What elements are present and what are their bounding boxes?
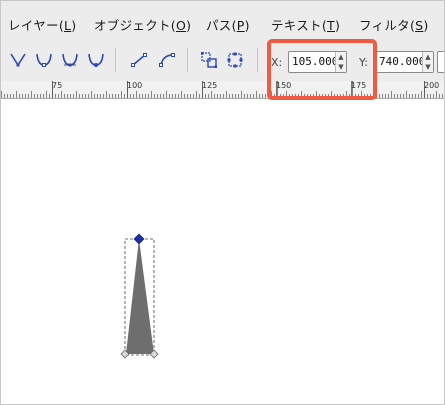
drawing-canvas[interactable] xyxy=(1,99,444,404)
y-coordinate-spinbox[interactable]: ▲ ▼ xyxy=(375,51,434,73)
node-smooth-icon[interactable] xyxy=(34,50,54,70)
ruler-label-200: 200 xyxy=(424,81,440,90)
menu-layer[interactable]: レイヤー(L) xyxy=(8,15,76,33)
menu-path[interactable]: パス(P) xyxy=(206,15,250,33)
highlight-box xyxy=(267,39,377,100)
node-tool-controls-bar: X: ▲ ▼ Y: ▲ ▼ xyxy=(1,40,444,82)
selected-node-top xyxy=(133,233,145,245)
menubar: レイヤー(L) オブジェクト(O) パス(P) テキスト(T) フィルタ(S) xyxy=(1,1,444,40)
ruler-ticks xyxy=(1,81,443,98)
y-spin-buttons[interactable]: ▲ ▼ xyxy=(422,52,433,72)
node-auto-smooth-icon[interactable] xyxy=(86,50,106,70)
ruler-label-75: 75 xyxy=(52,81,63,90)
ruler-label-100: 100 xyxy=(127,81,143,90)
node-symmetric-icon[interactable] xyxy=(60,50,80,70)
spin-down-icon[interactable]: ▼ xyxy=(423,62,433,72)
node-cusp-icon[interactable] xyxy=(8,50,28,70)
segment-to-curve-icon[interactable] xyxy=(157,50,177,70)
triangle-shape xyxy=(126,239,154,354)
spin-up-icon[interactable]: ▲ xyxy=(423,52,433,62)
toolbar-separator xyxy=(187,48,188,72)
stroke-to-path-icon[interactable] xyxy=(225,50,245,70)
segment-to-line-icon[interactable] xyxy=(129,50,149,70)
horizontal-ruler[interactable]: 75 100 125 150 175 200 xyxy=(1,81,444,99)
next-field-edge xyxy=(437,51,444,73)
toolbar-separator xyxy=(115,48,116,72)
object-to-path-icon[interactable] xyxy=(199,50,219,70)
ruler-label-125: 125 xyxy=(202,81,218,90)
menu-object[interactable]: オブジェクト(O) xyxy=(94,15,191,33)
y-coordinate-input[interactable] xyxy=(376,52,423,72)
menu-filters[interactable]: フィルタ(S) xyxy=(359,15,429,33)
inkscape-window: レイヤー(L) オブジェクト(O) パス(P) テキスト(T) フィルタ(S) xyxy=(0,0,445,405)
menu-text[interactable]: テキスト(T) xyxy=(271,15,340,33)
toolbar-separator xyxy=(257,48,258,72)
canvas-drawing xyxy=(120,233,159,359)
